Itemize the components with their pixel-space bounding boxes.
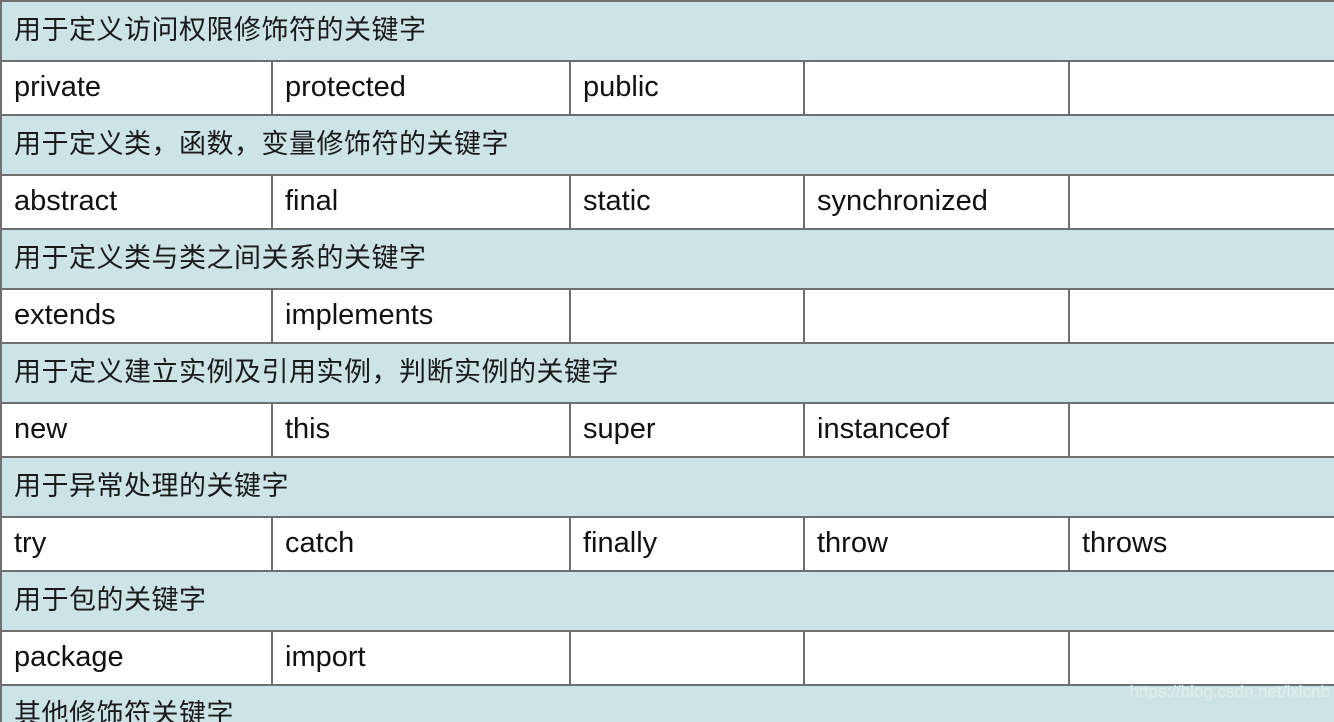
keyword-cell: abstract: [0, 174, 273, 230]
java-keywords-table: 用于定义访问权限修饰符的关键字 private protected public…: [0, 0, 1334, 722]
group-header-row: 其他修饰符关键字: [0, 684, 1334, 722]
keyword-cell: catch: [271, 516, 571, 572]
group-header-label: 用于异常处理的关键字: [0, 456, 1334, 518]
keyword-cell-empty: [1067, 60, 1334, 116]
table-row: package import: [0, 630, 1334, 686]
group-header-row: 用于包的关键字: [0, 570, 1334, 632]
keyword-cell: extends: [0, 288, 273, 344]
keyword-cell: try: [0, 516, 273, 572]
keyword-table-container: https://blog.csdn.net/ 用于定义访问权限修饰符的关键字 p…: [0, 0, 1334, 722]
keyword-cell-empty: [1067, 174, 1334, 230]
keyword-cell-empty: [803, 60, 1070, 116]
keyword-cell: finally: [569, 516, 805, 572]
group-header-label: 用于定义建立实例及引用实例，判断实例的关键字: [0, 342, 1334, 404]
keyword-cell: package: [0, 630, 273, 686]
keyword-cell-empty: [569, 630, 805, 686]
keyword-cell: final: [271, 174, 571, 230]
table-row: abstract final static synchronized: [0, 174, 1334, 230]
table-row: try catch finally throw throws: [0, 516, 1334, 572]
keyword-cell: instanceof: [803, 402, 1070, 458]
keyword-cell: import: [271, 630, 571, 686]
keyword-cell-empty: [1067, 402, 1334, 458]
table-row: extends implements: [0, 288, 1334, 344]
keyword-cell: static: [569, 174, 805, 230]
group-header-row: 用于异常处理的关键字: [0, 456, 1334, 518]
keyword-cell-empty: [1067, 630, 1334, 686]
group-header-label: 用于包的关键字: [0, 570, 1334, 632]
table-row: new this super instanceof: [0, 402, 1334, 458]
keyword-cell: protected: [271, 60, 571, 116]
keyword-cell: synchronized: [803, 174, 1070, 230]
table-row: private protected public: [0, 60, 1334, 116]
group-header-label: 用于定义访问权限修饰符的关键字: [0, 0, 1334, 62]
keyword-cell: public: [569, 60, 805, 116]
group-header-label: 用于定义类，函数，变量修饰符的关键字: [0, 114, 1334, 176]
keyword-cell: private: [0, 60, 273, 116]
keyword-cell: throw: [803, 516, 1070, 572]
keyword-cell-empty: [1067, 288, 1334, 344]
group-header-label: 用于定义类与类之间关系的关键字: [0, 228, 1334, 290]
keyword-cell: throws: [1067, 516, 1334, 572]
keyword-cell-empty: [803, 630, 1070, 686]
keyword-cell-empty: [569, 288, 805, 344]
keyword-cell: implements: [271, 288, 571, 344]
keyword-cell-empty: [803, 288, 1070, 344]
keyword-cell: this: [271, 402, 571, 458]
group-header-row: 用于定义类，函数，变量修饰符的关键字: [0, 114, 1334, 176]
keyword-cell: new: [0, 402, 273, 458]
group-header-row: 用于定义类与类之间关系的关键字: [0, 228, 1334, 290]
group-header-row: 用于定义访问权限修饰符的关键字: [0, 0, 1334, 62]
keyword-cell: super: [569, 402, 805, 458]
group-header-row: 用于定义建立实例及引用实例，判断实例的关键字: [0, 342, 1334, 404]
group-header-label: 其他修饰符关键字: [0, 684, 1334, 722]
